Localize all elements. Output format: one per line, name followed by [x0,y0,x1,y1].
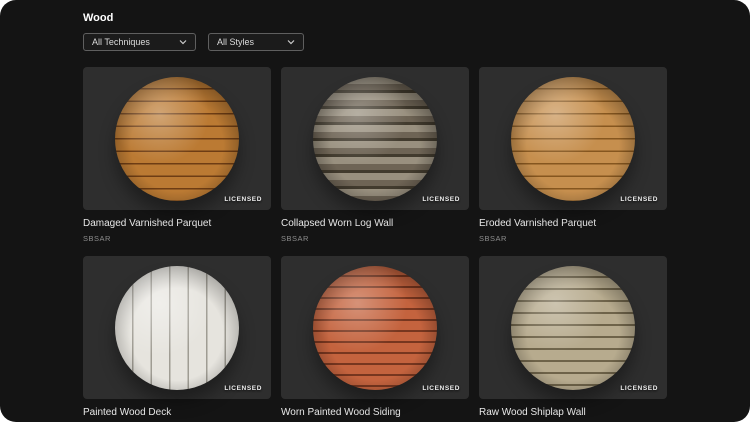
material-card[interactable]: LICENSED Damaged Varnished Parquet SBSAR [83,67,271,256]
material-card[interactable]: LICENSED Painted Wood Deck SBSAR [83,256,271,422]
material-title: Eroded Varnished Parquet [479,218,597,229]
styles-dropdown[interactable]: All Styles [208,33,304,51]
material-sphere [115,265,239,390]
material-title: Painted Wood Deck [83,407,172,418]
licensed-badge: LICENSED [422,196,460,203]
material-title: Collapsed Worn Log Wall [281,218,394,229]
material-card[interactable]: LICENSED Eroded Varnished Parquet SBSAR [479,67,667,256]
material-format: SBSAR [281,234,309,243]
material-title: Damaged Varnished Parquet [83,218,212,229]
techniques-dropdown[interactable]: All Techniques [83,33,196,51]
material-thumbnail[interactable]: LICENSED [479,256,667,399]
material-grid: LICENSED Damaged Varnished Parquet SBSAR… [83,67,667,422]
content-area: Wood All Techniques All Styles LICENSED [0,0,750,422]
filter-row: All Techniques All Styles [83,33,667,51]
chevron-down-icon [179,39,187,45]
material-thumbnail[interactable]: LICENSED [479,67,667,210]
material-sphere [511,76,635,201]
licensed-badge: LICENSED [620,196,658,203]
material-format: SBSAR [479,234,507,243]
material-sphere [115,76,239,201]
licensed-badge: LICENSED [224,385,262,392]
material-sphere [313,76,437,201]
page-title: Wood [83,12,114,24]
material-sphere [511,265,635,390]
chevron-down-icon [287,39,295,45]
material-sphere [313,265,437,390]
material-card[interactable]: LICENSED Collapsed Worn Log Wall SBSAR [281,67,469,256]
material-title: Worn Painted Wood Siding [281,407,401,418]
licensed-badge: LICENSED [620,385,658,392]
styles-dropdown-value: All Styles [217,37,255,47]
licensed-badge: LICENSED [224,196,262,203]
licensed-badge: LICENSED [422,385,460,392]
material-card[interactable]: LICENSED Worn Painted Wood Siding SBSAR [281,256,469,422]
material-thumbnail[interactable]: LICENSED [281,256,469,399]
material-thumbnail[interactable]: LICENSED [83,67,271,210]
material-thumbnail[interactable]: LICENSED [83,256,271,399]
material-format: SBSAR [83,234,111,243]
material-thumbnail[interactable]: LICENSED [281,67,469,210]
material-card[interactable]: LICENSED Raw Wood Shiplap Wall SBSAR [479,256,667,422]
techniques-dropdown-value: All Techniques [92,37,150,47]
assets-panel: Wood All Techniques All Styles LICENSED [0,0,750,422]
material-title: Raw Wood Shiplap Wall [479,407,586,418]
